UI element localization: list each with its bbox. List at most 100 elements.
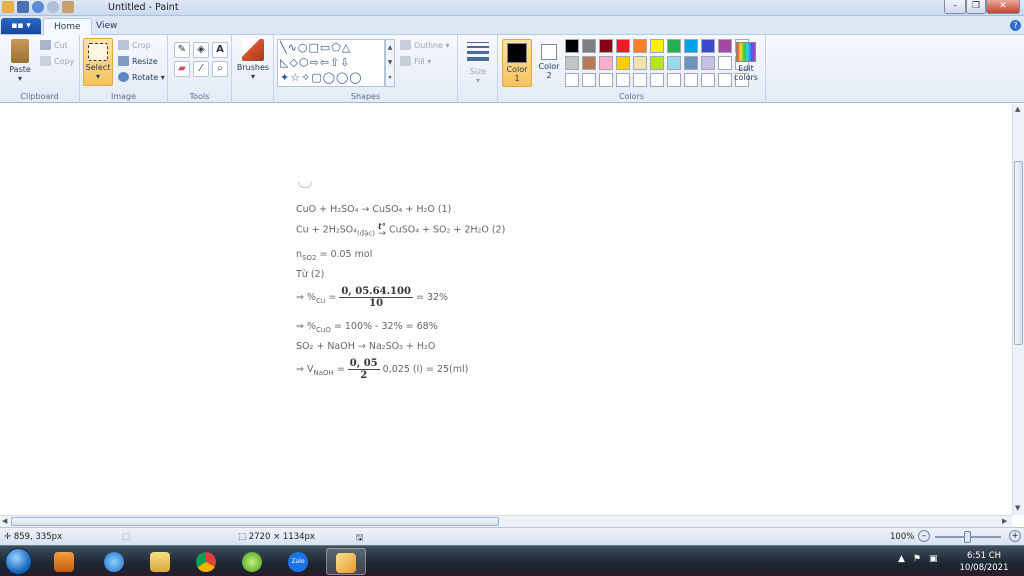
edit-colors-button[interactable]: Edit colors [731, 39, 761, 87]
palette-swatch[interactable] [582, 56, 596, 70]
vertical-scrollbar[interactable]: ▲ ▼ [1012, 104, 1024, 515]
paint-app-icon[interactable] [2, 1, 14, 13]
palette-swatch[interactable] [616, 73, 630, 87]
text-tool-icon[interactable]: A [212, 42, 228, 58]
color-wheel-icon [736, 42, 756, 62]
fraction-naoh: 0, 05 2 [347, 358, 380, 381]
fill-button[interactable]: Fill ▾ [400, 56, 431, 66]
help-icon[interactable]: ? [1010, 20, 1021, 31]
palette-swatch[interactable] [667, 56, 681, 70]
maximize-button[interactable]: ❐ [966, 0, 986, 14]
palette-swatch[interactable] [684, 56, 698, 70]
color-2-button[interactable]: Color 2 [534, 39, 564, 87]
redo-icon[interactable] [47, 1, 59, 13]
palette-swatch[interactable] [650, 73, 664, 87]
palette-swatch[interactable] [718, 56, 732, 70]
rotate-button[interactable]: Rotate ▾ [118, 72, 165, 82]
scroll-left-arrow-icon[interactable]: ◀ [2, 517, 7, 525]
scroll-down-arrow-icon[interactable]: ▼ [1015, 504, 1020, 512]
minimize-button[interactable]: – [944, 0, 966, 14]
palette-swatch[interactable] [650, 39, 664, 53]
resize-button[interactable]: Resize [118, 56, 158, 66]
palette-swatch[interactable] [718, 73, 732, 87]
palette-swatch[interactable] [599, 73, 613, 87]
palette-swatch[interactable] [599, 56, 613, 70]
heat-arrow: t° → [378, 221, 387, 239]
palette-swatch[interactable] [701, 73, 715, 87]
horizontal-scroll-thumb[interactable] [11, 517, 499, 526]
taskbar-chrome[interactable] [188, 548, 224, 575]
palette-swatch[interactable] [701, 39, 715, 53]
show-hidden-icons-icon[interactable]: ▲ [898, 554, 905, 564]
image-group: Select ▾ Crop Resize Rotate ▾ Image [80, 35, 168, 103]
palette-swatch[interactable] [650, 56, 664, 70]
system-clock[interactable]: 6:51 CH 10/08/2021 [954, 550, 1014, 574]
palette-swatch[interactable] [565, 39, 579, 53]
palette-swatch[interactable] [616, 56, 630, 70]
palette-swatch[interactable] [684, 73, 698, 87]
palette-swatch[interactable] [565, 56, 579, 70]
outline-button[interactable]: Outline ▾ [400, 40, 450, 50]
palette-swatch[interactable] [667, 39, 681, 53]
fill-bucket-icon[interactable]: ◈ [193, 42, 209, 58]
zoom-slider-thumb[interactable] [964, 531, 971, 543]
horizontal-scrollbar[interactable]: ◀ ▶ [0, 515, 1012, 527]
vertical-scroll-thumb[interactable] [1014, 161, 1023, 345]
undo-icon[interactable] [32, 1, 44, 13]
brushes-button[interactable]: Brushes ▾ [235, 39, 271, 81]
color-picker-icon[interactable]: ⁄ [193, 61, 209, 77]
tab-home[interactable]: Home [43, 18, 92, 35]
zoom-level: 100% [890, 532, 915, 542]
ribbon: Paste ▾ Cut Copy Clipboard Select ▾ Crop R… [0, 35, 1024, 103]
taskbar-file-explorer[interactable] [142, 548, 178, 575]
crop-button[interactable]: Crop [118, 40, 151, 50]
network-icon[interactable]: ▣ [929, 554, 938, 564]
palette-swatch[interactable] [633, 73, 647, 87]
customize-quick-access-icon[interactable] [62, 1, 74, 13]
paint-menu-button[interactable]: ▪▪ ▾ [1, 18, 41, 34]
shapes-gallery[interactable]: ╲∿○□▭⬠△ ◺◇⬡⇨⇦⇧⇩ ✦☆✧▢◯◯◯ [277, 39, 385, 87]
palette-swatch[interactable] [633, 39, 647, 53]
status-bar: ✛ 859, 335px ⬚ ⬚ 2720 × 1134px 🖫 100% – … [0, 527, 1024, 545]
taskbar-internet-explorer[interactable] [96, 548, 132, 575]
size-button[interactable]: Size ▾ [464, 40, 492, 85]
scroll-right-arrow-icon[interactable]: ▶ [1002, 517, 1007, 525]
palette-swatch[interactable] [718, 39, 732, 53]
equation-line-7: SO₂ + NaOH → Na₂SO₃ + H₂O [296, 341, 436, 352]
taskbar-paint[interactable] [326, 548, 366, 575]
tab-view[interactable]: View [86, 18, 127, 35]
taskbar-media-player[interactable] [46, 548, 82, 575]
palette-swatch[interactable] [599, 39, 613, 53]
pencil-icon[interactable]: ✎ [174, 42, 190, 58]
action-center-flag-icon[interactable]: ⚑ [913, 554, 921, 564]
drawing-canvas[interactable] [0, 104, 1012, 515]
palette-swatch[interactable] [701, 56, 715, 70]
eraser-icon[interactable]: ▰ [174, 61, 190, 77]
zoom-out-button[interactable]: – [918, 530, 930, 542]
magnifier-icon[interactable]: ⌕ [212, 61, 228, 77]
shapes-gallery-scroll[interactable]: ▲ ▼ ▾ [385, 39, 395, 87]
zoom-in-button[interactable]: + [1009, 530, 1021, 542]
palette-swatch[interactable] [582, 39, 596, 53]
palette-swatch[interactable] [667, 73, 681, 87]
cut-button[interactable]: Cut [40, 40, 68, 50]
save-icon[interactable] [17, 1, 29, 13]
palette-swatch[interactable] [582, 73, 596, 87]
media-player-icon [54, 551, 74, 572]
select-button[interactable]: Select ▾ [83, 38, 113, 86]
palette-swatch[interactable] [633, 56, 647, 70]
scroll-up-arrow-icon[interactable]: ▲ [1015, 105, 1020, 113]
palette-swatch[interactable] [565, 73, 579, 87]
color-1-button[interactable]: Color 1 [502, 39, 532, 87]
select-rectangle-icon [88, 43, 108, 61]
close-button[interactable]: ✕ [986, 0, 1020, 14]
palette-swatch[interactable] [684, 39, 698, 53]
taskbar-zalo[interactable]: Zalo [280, 548, 316, 575]
taskbar-green-app[interactable] [234, 548, 270, 575]
copy-button[interactable]: Copy [40, 56, 74, 66]
start-button[interactable] [5, 548, 32, 575]
paste-button[interactable]: Paste ▾ [6, 39, 34, 83]
selection-size-icon: ⬚ [122, 532, 131, 542]
palette-swatch[interactable] [616, 39, 630, 53]
color-2-swatch [541, 44, 557, 60]
